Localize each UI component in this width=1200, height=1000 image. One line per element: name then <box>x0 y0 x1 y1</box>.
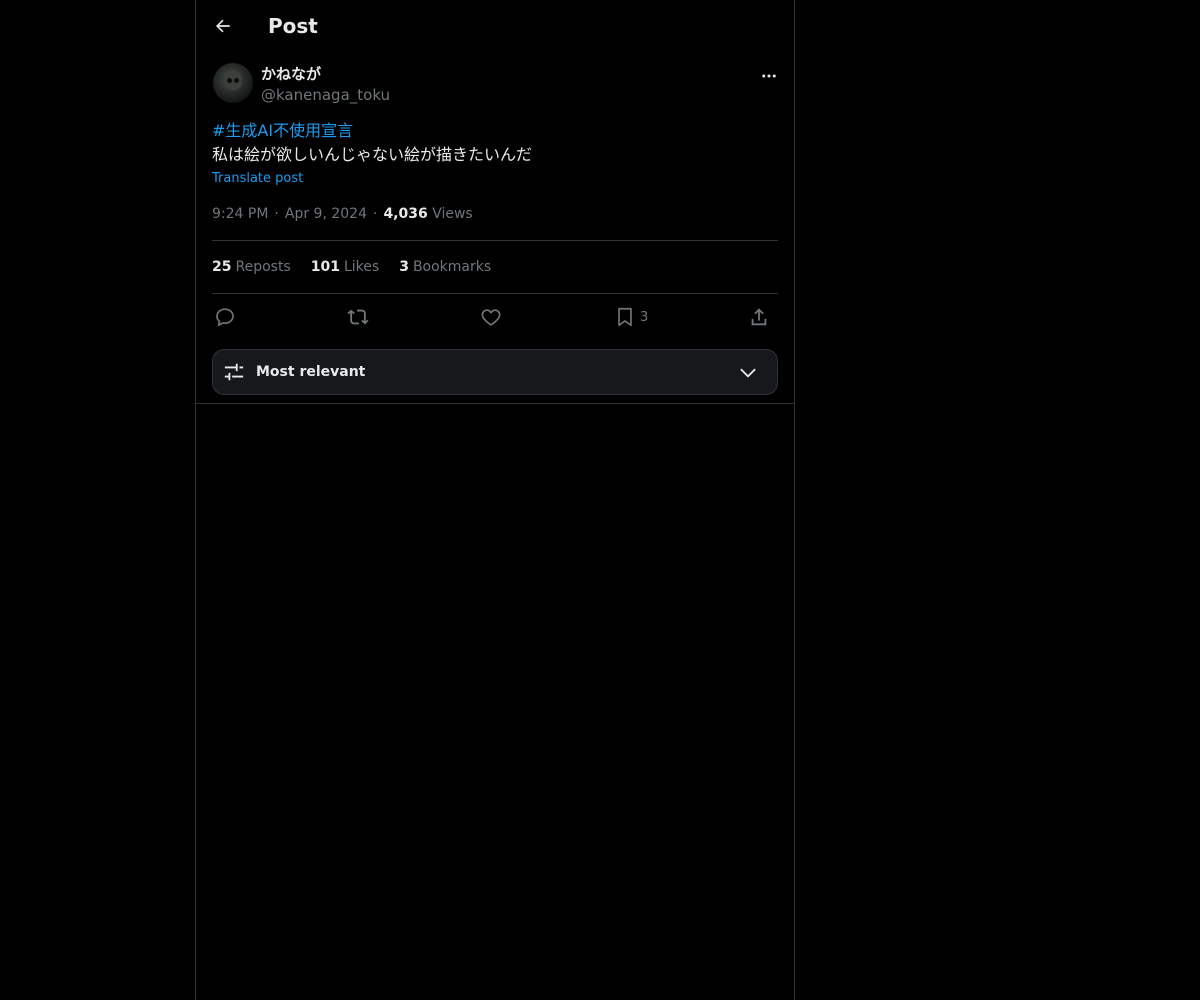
sliders-icon <box>224 363 244 381</box>
reposts-count: 25 <box>212 259 232 275</box>
bookmarks-stat[interactable]: 3 Bookmarks <box>399 257 491 277</box>
post-stats: 25 Reposts 101 Likes 3 Bookmarks <box>212 257 491 277</box>
meta-separator: · <box>372 206 378 222</box>
reposts-stat[interactable]: 25 Reposts <box>212 257 291 277</box>
more-options-button[interactable] <box>756 63 782 89</box>
likes-count: 101 <box>310 259 340 275</box>
page-title: Post <box>268 14 318 38</box>
reply-icon <box>216 308 234 327</box>
author-display-name[interactable]: かねなが <box>261 64 321 84</box>
page-header: Post <box>196 0 794 53</box>
sort-label: Most relevant <box>256 364 366 380</box>
views-count: 4,036 <box>383 206 428 222</box>
heart-icon <box>481 309 501 326</box>
translate-post-link[interactable]: Translate post <box>212 170 303 188</box>
post-time[interactable]: 9:24 PM <box>212 206 268 222</box>
section-divider <box>196 403 794 404</box>
chevron-down-icon <box>740 368 756 378</box>
repost-button[interactable] <box>346 303 370 331</box>
repost-icon <box>347 309 369 325</box>
avatar[interactable] <box>213 63 253 103</box>
author-handle[interactable]: @kanenaga_toku <box>261 85 390 105</box>
likes-stat[interactable]: 101 Likes <box>311 257 379 277</box>
arrow-left-icon <box>216 19 230 33</box>
post-hashtag-link[interactable]: #生成AI不使用宣言 <box>212 119 353 143</box>
divider <box>212 293 778 294</box>
reply-sort-selector[interactable]: Most relevant <box>212 349 778 395</box>
share-button[interactable] <box>748 303 770 331</box>
meta-separator: · <box>274 206 279 222</box>
like-button[interactable] <box>480 303 502 331</box>
bookmarks-count: 3 <box>399 259 409 275</box>
bookmark-count: 3 <box>640 309 649 325</box>
divider <box>212 240 778 241</box>
post-detail-column: Post かねなが @kanenaga_toku #生成AI不使用宣言 私は絵が… <box>195 0 795 1000</box>
likes-label: Likes <box>343 259 380 275</box>
bookmark-icon <box>618 307 632 327</box>
avatar-eye-right <box>234 78 239 83</box>
post-date[interactable]: Apr 9, 2024 <box>285 206 367 222</box>
more-icon <box>762 74 776 78</box>
back-button[interactable] <box>206 9 240 43</box>
share-icon <box>751 308 767 326</box>
post-actions: 3 <box>212 303 778 331</box>
reposts-label: Reposts <box>235 259 291 275</box>
post-text: 私は絵が欲しいんじゃない絵が描きたいんだ <box>212 145 533 164</box>
bookmarks-label: Bookmarks <box>412 259 492 275</box>
avatar-eye-left <box>227 78 232 83</box>
reply-button[interactable] <box>214 303 236 331</box>
post-meta: 9:24 PM · Apr 9, 2024 · 4,036 Views <box>212 204 473 224</box>
views-label: Views <box>432 206 473 222</box>
bookmark-button[interactable]: 3 <box>614 303 648 331</box>
